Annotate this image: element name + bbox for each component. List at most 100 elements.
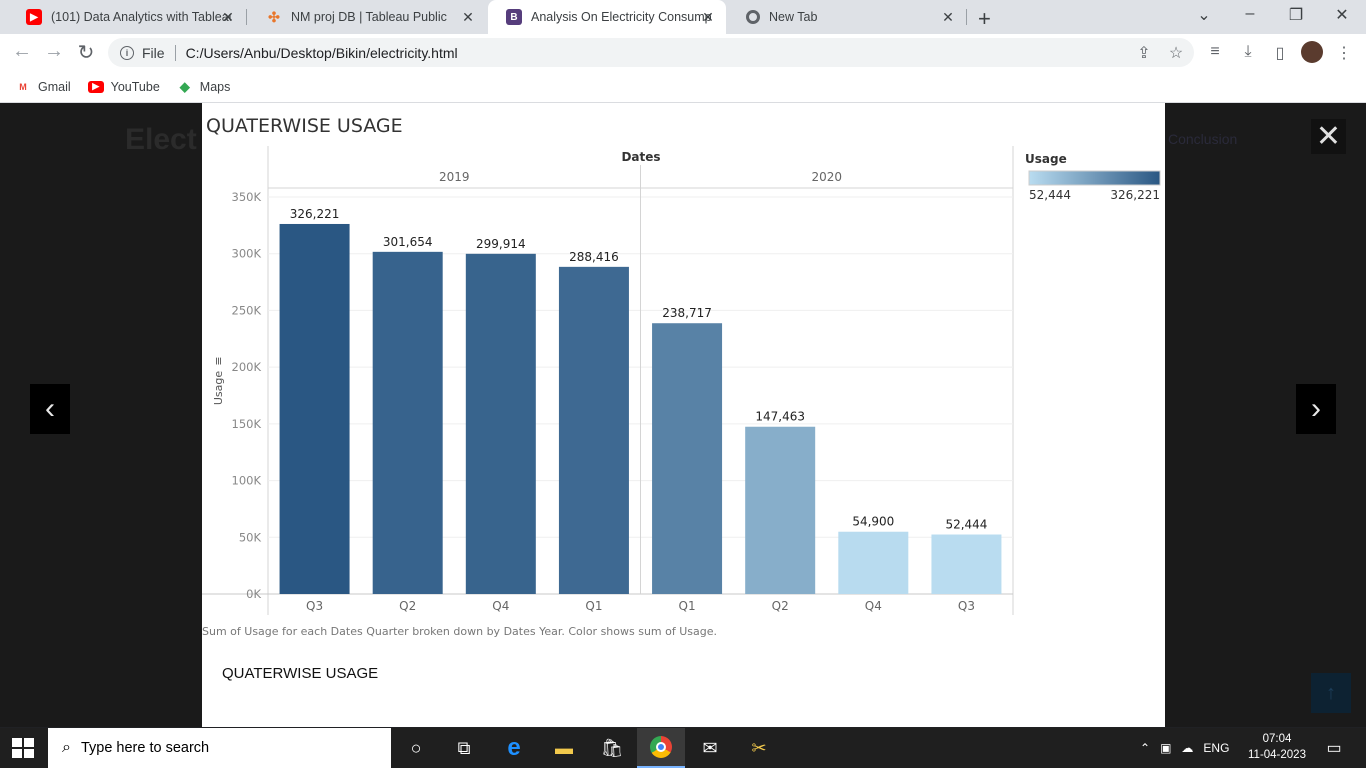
meet-icon[interactable]: ▣ — [1160, 741, 1171, 755]
bookmark-maps[interactable]: ◆ Maps — [177, 78, 231, 94]
tab-title: New Tab — [769, 10, 818, 24]
bar-2020-q3 — [931, 534, 1002, 594]
next-arrow-button[interactable]: › — [1296, 384, 1336, 434]
y-tick-label: 200K — [232, 360, 262, 374]
forward-icon[interactable]: → — [42, 40, 66, 63]
notification-icon[interactable]: ▭ — [1310, 728, 1358, 768]
y-tick-label: 0K — [246, 587, 261, 601]
side-panel-icon[interactable]: ▯ — [1270, 43, 1290, 63]
bar-2019-q3 — [279, 223, 350, 595]
edge-icon[interactable]: e — [490, 728, 538, 768]
back-icon[interactable]: ← — [10, 40, 34, 63]
tableau-icon: ✣ — [268, 8, 280, 25]
bookmark-label: YouTube — [110, 79, 160, 94]
cortana-icon[interactable]: ○ — [392, 728, 440, 768]
close-icon[interactable]: ✕ — [220, 9, 236, 26]
close-icon[interactable]: ✕ — [700, 9, 716, 26]
taskbar-search[interactable]: ⌕ Type here to search — [48, 728, 391, 768]
tools-app-icon[interactable]: ✂ — [735, 728, 783, 768]
y-tick-label: 350K — [232, 190, 262, 204]
tab-divider — [246, 9, 247, 25]
bookmarks-bar: M Gmail ▶ YouTube ◆ Maps — [0, 71, 1366, 103]
clock[interactable]: 07:04 11-04-2023 — [1245, 731, 1309, 763]
tab-divider — [966, 9, 967, 25]
tab-title: NM proj DB | Tableau Public — [291, 10, 447, 24]
bookmark-star-icon[interactable]: ☆ — [1166, 43, 1186, 63]
task-view-icon[interactable]: ⧉ — [440, 728, 488, 768]
avatar[interactable] — [1301, 41, 1323, 63]
chrome-icon — [746, 10, 760, 24]
scroll-to-top-button[interactable]: ↑ — [1311, 673, 1351, 713]
language-indicator[interactable]: ENG — [1203, 741, 1229, 755]
y-tick-label: 300K — [232, 247, 262, 261]
bar-2019-q2 — [372, 251, 443, 594]
bar-2020-q1 — [652, 323, 723, 594]
legend-color-ramp — [1028, 170, 1161, 186]
mail-icon[interactable]: ✉ — [686, 728, 734, 768]
y-tick-label: 100K — [232, 474, 262, 488]
tab-youtube[interactable]: ▶ (101) Data Analytics with Tableau ✕ — [8, 0, 246, 34]
previous-arrow-button[interactable]: ‹ — [30, 384, 70, 434]
background-title: Elect — [125, 123, 197, 156]
chrome-icon[interactable] — [637, 728, 685, 768]
lightbox-close-button[interactable]: ✕ — [1311, 119, 1346, 154]
data-label: 326,221 — [290, 207, 340, 221]
tab-new[interactable]: New Tab ✕ — [728, 0, 966, 34]
legend-title: Usage — [1025, 152, 1067, 166]
bookmark-gmail[interactable]: M Gmail — [15, 80, 70, 94]
minimize-button[interactable]: – — [1230, 5, 1270, 23]
info-icon[interactable]: i — [120, 45, 134, 60]
tab-electricity[interactable]: B Analysis On Electricity Consumpt ✕ — [488, 0, 726, 34]
tab-tableau[interactable]: ✣ NM proj DB | Tableau Public ✕ — [248, 0, 486, 34]
page-content: Elect Conclusion ‹ › ✕ ↑ QUATERWISE USAG… — [0, 103, 1366, 727]
lightbox: QUATERWISE USAGE Dates 0K 50K 100K 150K 200K 2… — [202, 103, 1165, 727]
reading-list-icon[interactable]: ≡ — [1205, 43, 1225, 61]
legend-max-label: 326,221 — [1110, 188, 1160, 202]
youtube-icon: ▶ — [26, 9, 42, 25]
viz-subtitle: QUATERWISE USAGE — [222, 665, 379, 682]
tab-strip: ▶ (101) Data Analytics with Tableau ✕ ✣ … — [0, 0, 1366, 34]
close-icon[interactable]: ✕ — [460, 9, 476, 26]
tab-search-button[interactable]: ⌄ — [1184, 5, 1224, 25]
x-tick-label: Q3 — [958, 599, 975, 613]
maximize-button[interactable]: ❐ — [1276, 5, 1316, 25]
bar-2020-q4 — [838, 531, 909, 594]
store-icon[interactable]: 🛍 — [588, 728, 636, 768]
file-explorer-icon[interactable]: ▬ — [540, 728, 588, 768]
youtube-icon: ▶ — [87, 80, 104, 93]
y-axis-label: Usage — [212, 371, 225, 406]
bar-2020-q2 — [745, 426, 816, 594]
bookmark-label: Maps — [199, 79, 231, 94]
tab-title: Analysis On Electricity Consumpt — [531, 10, 711, 24]
legend-min-label: 52,444 — [1029, 188, 1071, 202]
clock-time: 07:04 — [1262, 733, 1292, 745]
menu-icon[interactable]: ⋮ — [1334, 43, 1354, 63]
sort-icon: ≡ — [212, 356, 225, 365]
bar-2019-q1 — [558, 266, 629, 594]
share-icon[interactable]: ⇪ — [1134, 43, 1154, 63]
download-icon[interactable]: ⤓ — [1238, 43, 1258, 61]
window-close-button[interactable]: ✕ — [1322, 5, 1362, 25]
year-header-2019: 2019 — [439, 170, 470, 184]
x-tick-label: Q2 — [772, 599, 789, 613]
tab-title: (101) Data Analytics with Tableau — [51, 10, 231, 24]
gmail-icon: M — [19, 81, 27, 92]
clock-date: 11-04-2023 — [1248, 749, 1306, 761]
new-tab-button[interactable]: + — [978, 6, 991, 32]
column-header-dates: Dates — [621, 150, 660, 164]
data-label: 301,654 — [383, 235, 433, 249]
search-icon: ⌕ — [62, 739, 71, 756]
close-icon[interactable]: ✕ — [940, 9, 956, 26]
reload-icon[interactable]: ↻ — [74, 40, 98, 65]
viz-caption: Sum of Usage for each Dates Quarter brok… — [202, 625, 718, 638]
data-label: 299,914 — [476, 237, 526, 251]
bookmark-youtube[interactable]: ▶ YouTube — [87, 79, 160, 94]
windows-start-icon[interactable] — [12, 738, 34, 758]
address-bar[interactable]: i File C:/Users/Anbu/Desktop/Bikin/elect… — [108, 38, 1194, 67]
year-header-2020: 2020 — [811, 170, 842, 184]
url-text[interactable]: C:/Users/Anbu/Desktop/Bikin/electricity.… — [186, 45, 458, 61]
address-divider — [174, 44, 176, 61]
chevron-up-icon[interactable]: ⌃ — [1140, 741, 1150, 755]
maps-icon: ◆ — [179, 78, 190, 94]
network-icon[interactable]: ☁ — [1181, 741, 1193, 755]
